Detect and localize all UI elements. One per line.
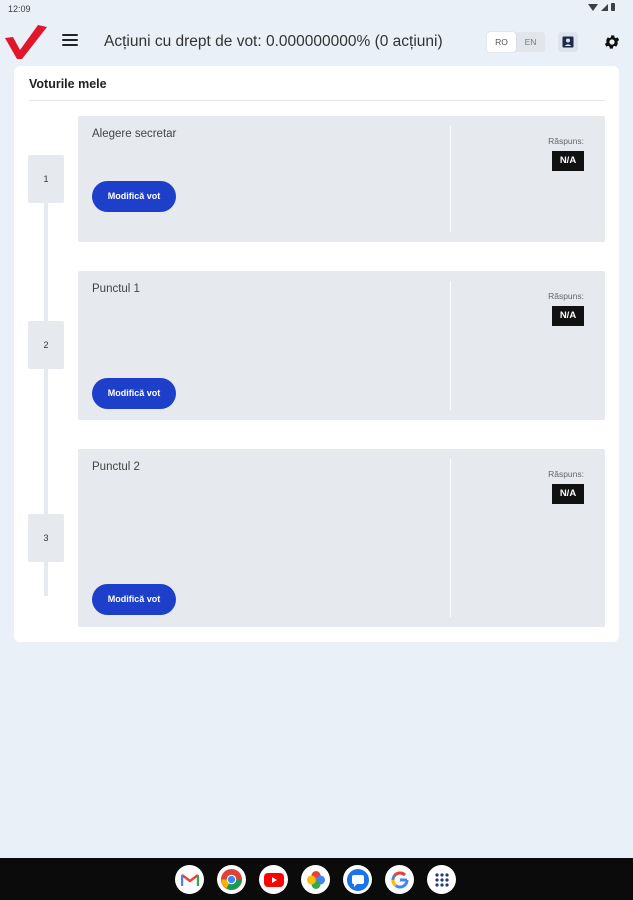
language-toggle[interactable]: RO EN [487, 32, 545, 52]
vote-item-separator [450, 126, 451, 232]
youtube-glyph [263, 872, 284, 887]
voting-shares-title: Acțiuni cu drept de vot: 0.000000000% (0… [104, 33, 443, 50]
vote-item-title: Punctul 1 [92, 283, 140, 295]
google-glyph [391, 870, 408, 888]
response-badge: N/A [552, 484, 584, 504]
chrome-glyph [220, 868, 243, 891]
vote-item-title: Punctul 2 [92, 461, 140, 473]
settings-gear-icon[interactable] [603, 33, 621, 51]
chrome-icon[interactable] [217, 865, 246, 894]
google-app-icon[interactable] [385, 865, 414, 894]
youtube-icon[interactable] [259, 865, 288, 894]
card-divider [29, 100, 605, 101]
response-label: Răspuns: [548, 469, 584, 479]
vote-item-punctul-2: Punctul 2 Răspuns: N/A Modifică vot [78, 449, 605, 627]
gmail-icon[interactable] [175, 865, 204, 894]
card-title: Voturile mele [29, 77, 107, 91]
step-number-2: 2 [28, 321, 64, 369]
hamburger-menu-icon[interactable] [62, 34, 78, 48]
vote-item-separator [450, 281, 451, 410]
response-label: Răspuns: [548, 136, 584, 146]
response-label: Răspuns: [548, 291, 584, 301]
vote-item-alegere-secretar: Alegere secretar Răspuns: N/A Modifică v… [78, 116, 605, 242]
my-votes-card: Voturile mele 1 Alegere secretar Răspuns… [14, 66, 619, 642]
messages-icon[interactable] [343, 865, 372, 894]
taskbar [0, 858, 633, 900]
app-dock [175, 865, 456, 894]
photos-icon[interactable] [301, 865, 330, 894]
wifi-icon [588, 3, 598, 11]
modify-vote-button[interactable]: Modifică vot [92, 378, 176, 409]
vote-item-punctul-1: Punctul 1 Răspuns: N/A Modifică vot [78, 271, 605, 420]
messages-glyph [346, 868, 369, 891]
status-time: 12:09 [8, 4, 31, 14]
response-badge: N/A [552, 306, 584, 326]
contact-card-icon [562, 36, 574, 48]
vote-item-title: Alegere secretar [92, 128, 177, 140]
step-number-3: 3 [28, 514, 64, 562]
app-logo [5, 25, 47, 59]
app-drawer-icon[interactable] [427, 865, 456, 894]
system-icons [588, 3, 615, 11]
gmail-glyph [180, 873, 199, 886]
modify-vote-button[interactable]: Modifică vot [92, 181, 176, 212]
response-badge: N/A [552, 151, 584, 171]
signal-icon [601, 3, 608, 11]
app-header: Acțiuni cu drept de vot: 0.000000000% (0… [0, 18, 633, 66]
vote-item-separator [450, 459, 451, 617]
grid-dots-glyph [434, 872, 449, 887]
photos-glyph [306, 870, 325, 889]
profile-button[interactable] [558, 32, 578, 52]
lang-ro-option[interactable]: RO [487, 32, 516, 52]
modify-vote-button[interactable]: Modifică vot [92, 584, 176, 615]
battery-icon [611, 3, 615, 11]
status-bar: 12:09 [0, 0, 633, 18]
lang-en-option[interactable]: EN [516, 32, 545, 52]
step-number-1: 1 [28, 155, 64, 203]
